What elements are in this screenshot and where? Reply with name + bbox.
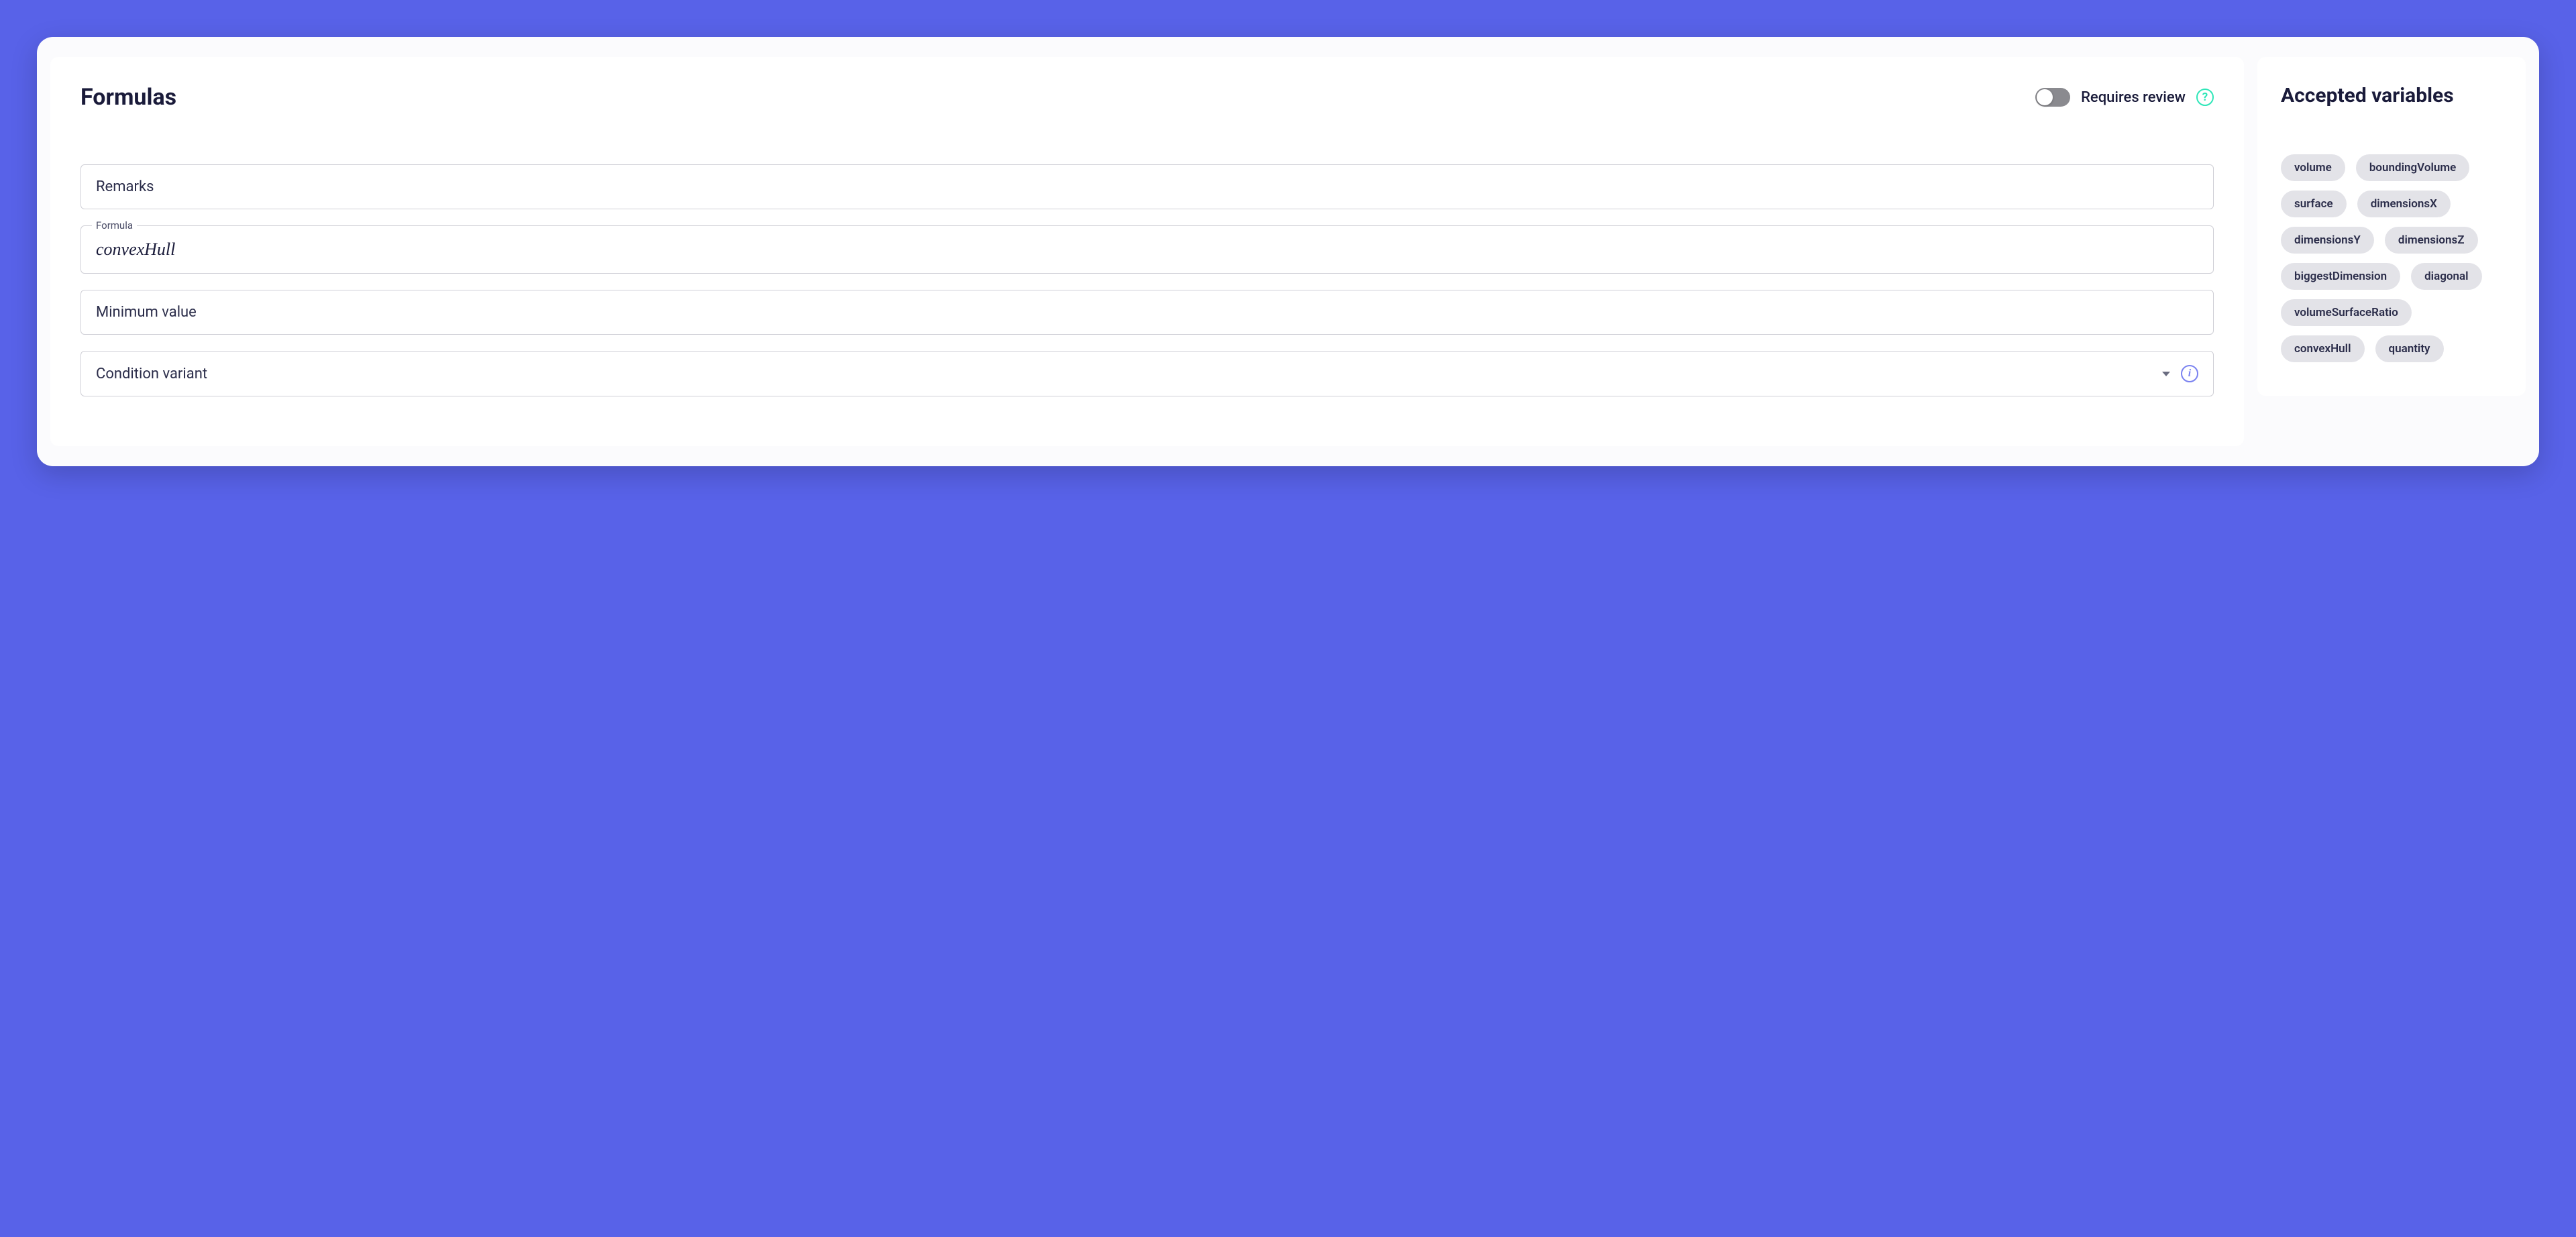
remarks-field[interactable]: Remarks (80, 164, 2214, 209)
chip-quantity[interactable]: quantity (2375, 335, 2444, 362)
chip-convexHull[interactable]: convexHull (2281, 335, 2365, 362)
accepted-variables-panel: Accepted variables volume boundingVolume… (2257, 57, 2526, 396)
chip-volumeSurfaceRatio[interactable]: volumeSurfaceRatio (2281, 299, 2412, 326)
variable-chips: volume boundingVolume surface dimensions… (2281, 154, 2502, 362)
chip-dimensionsY[interactable]: dimensionsY (2281, 227, 2374, 254)
chip-volume[interactable]: volume (2281, 154, 2345, 181)
chip-surface[interactable]: surface (2281, 191, 2347, 217)
help-icon[interactable]: ? (2196, 89, 2214, 106)
chip-diagonal[interactable]: diagonal (2411, 263, 2481, 290)
toggle-knob (2037, 89, 2053, 105)
sidebar-title: Accepted variables (2281, 84, 2502, 107)
formulas-card: Formulas Requires review ? Remarks Formu… (37, 37, 2539, 466)
chip-dimensionsX[interactable]: dimensionsX (2357, 191, 2451, 217)
panel-header: Formulas Requires review ? (80, 84, 2214, 111)
chevron-down-icon (2162, 372, 2170, 376)
chip-biggestDimension[interactable]: biggestDimension (2281, 263, 2400, 290)
chip-dimensionsZ[interactable]: dimensionsZ (2385, 227, 2478, 254)
page-title: Formulas (80, 84, 176, 111)
requires-review-toggle[interactable] (2035, 88, 2070, 107)
remarks-placeholder: Remarks (96, 178, 2198, 195)
chip-boundingVolume[interactable]: boundingVolume (2356, 154, 2469, 181)
formula-value: convexHull (96, 239, 2198, 260)
formulas-panel: Formulas Requires review ? Remarks Formu… (50, 57, 2244, 446)
condition-variant-placeholder: Condition variant (96, 366, 207, 382)
requires-review-label: Requires review (2081, 89, 2186, 106)
requires-review-group: Requires review ? (2035, 88, 2214, 107)
formula-label: Formula (92, 219, 137, 231)
minimum-value-placeholder: Minimum value (96, 304, 2198, 321)
condition-variant-select[interactable]: Condition variant i (80, 351, 2214, 396)
minimum-value-field[interactable]: Minimum value (80, 290, 2214, 335)
info-icon[interactable]: i (2181, 365, 2198, 382)
formula-field[interactable]: Formula convexHull (80, 225, 2214, 274)
